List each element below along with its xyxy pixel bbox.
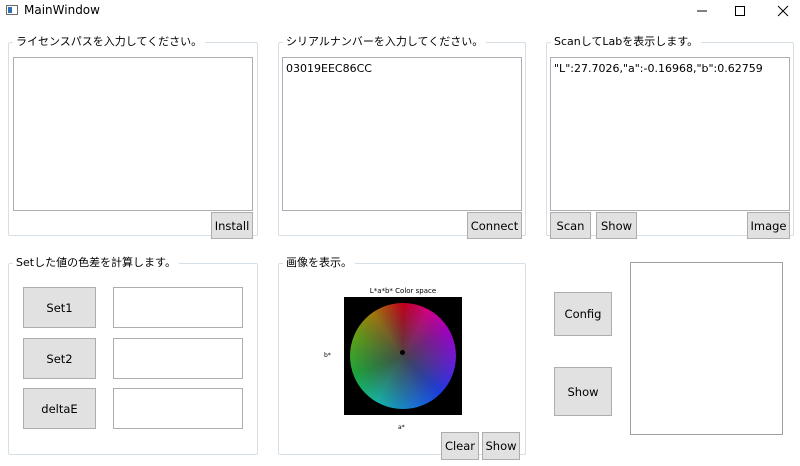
clear-button[interactable]: Clear xyxy=(441,432,479,460)
title-bar: MainWindow xyxy=(0,0,800,22)
image-show-button[interactable]: Show xyxy=(482,432,520,460)
connect-button[interactable]: Connect xyxy=(467,212,522,239)
license-path-field[interactable] xyxy=(13,57,253,211)
install-button[interactable]: Install xyxy=(211,212,253,239)
scan-button[interactable]: Scan xyxy=(550,212,591,239)
maximize-button[interactable] xyxy=(720,0,760,22)
lab-result-field[interactable]: "L":27.7026,"a":-0.16968,"b":0.62759 xyxy=(550,57,790,211)
deltae-value-field[interactable] xyxy=(113,388,243,429)
lab-color-space-plot xyxy=(344,297,462,415)
set2-button[interactable]: Set2 xyxy=(23,338,96,379)
set2-value-field[interactable] xyxy=(113,338,243,379)
color-wheel xyxy=(350,303,456,409)
scan-show-button[interactable]: Show xyxy=(596,212,637,239)
serial-number-field[interactable]: 03019EEC86CC xyxy=(282,57,522,211)
maximize-icon xyxy=(735,6,745,16)
serial-group-label: シリアルナンバーを入力してください。 xyxy=(283,35,487,49)
scan-group-label: ScanしてLabを表示します。 xyxy=(551,35,702,49)
minimize-button[interactable] xyxy=(682,0,722,22)
window-title: MainWindow xyxy=(24,3,100,17)
license-group-label: ライセンスパスを入力してください。 xyxy=(13,35,206,49)
minimize-icon xyxy=(697,10,707,12)
image-button[interactable]: Image xyxy=(747,212,790,239)
close-icon xyxy=(777,5,789,17)
delta-group-label: Setした値の色差を計算します。 xyxy=(13,256,179,270)
set1-value-field[interactable] xyxy=(113,287,243,328)
window-app-icon xyxy=(6,5,18,15)
image-group-label: 画像を表示。 xyxy=(283,256,355,270)
close-button[interactable] xyxy=(763,0,800,22)
image-preview xyxy=(630,262,783,435)
set1-button[interactable]: Set1 xyxy=(23,287,96,328)
deltae-button[interactable]: deltaE xyxy=(23,388,96,429)
plot-title: L*a*b* Color space xyxy=(369,287,437,295)
config-button[interactable]: Config xyxy=(554,292,612,336)
plot-y-axis-label: b* xyxy=(324,352,331,359)
side-show-button[interactable]: Show xyxy=(554,367,612,416)
plot-x-axis-label: a* xyxy=(398,424,405,431)
